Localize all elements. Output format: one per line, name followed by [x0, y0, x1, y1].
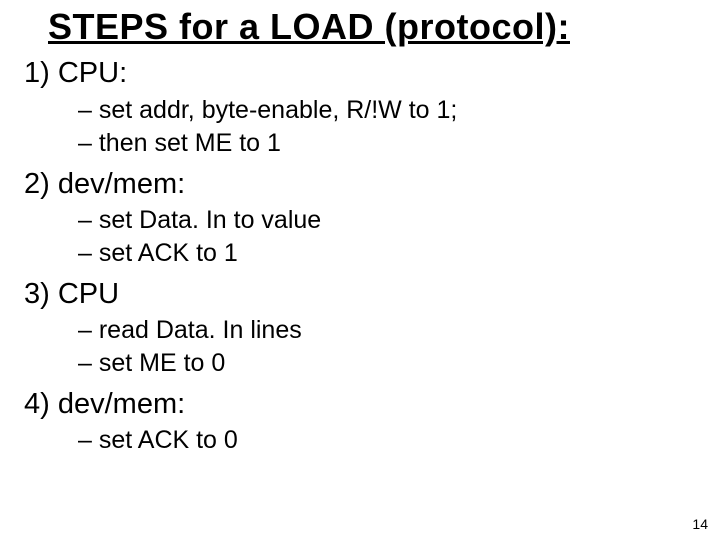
step-heading: 1) CPU: [24, 55, 696, 91]
slide-title: STEPS for a LOAD (protocol): [48, 6, 696, 47]
step-heading: 4) dev/mem: [24, 386, 696, 422]
step-heading: 2) dev/mem: [24, 166, 696, 202]
page-number: 14 [692, 516, 708, 532]
step-sub: – set Data. In to value [78, 204, 696, 237]
step-sub: – read Data. In lines [78, 314, 696, 347]
step-sub: – set addr, byte-enable, R/!W to 1; [78, 94, 696, 127]
step-heading: 3) CPU [24, 276, 696, 312]
step-sub: – set ACK to 1 [78, 237, 696, 270]
slide: STEPS for a LOAD (protocol): 1) CPU: – s… [0, 0, 720, 540]
step-sub: – set ACK to 0 [78, 424, 696, 457]
step-sub: – then set ME to 1 [78, 127, 696, 160]
step-sub: – set ME to 0 [78, 347, 696, 380]
